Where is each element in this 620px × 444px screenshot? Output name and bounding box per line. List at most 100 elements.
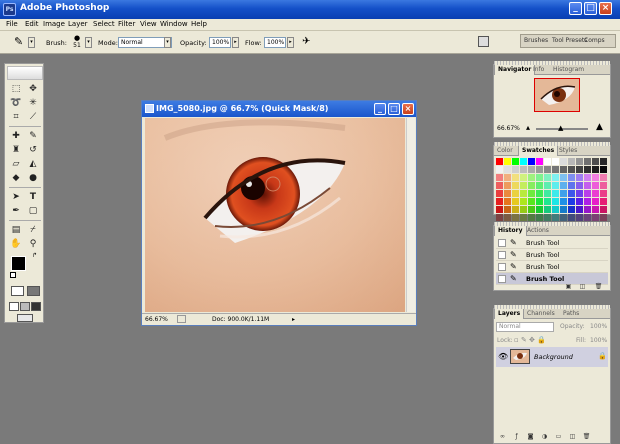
blend-mode-select[interactable]: Normal xyxy=(496,322,554,332)
tab-styles[interactable]: Styles xyxy=(556,146,580,156)
swatch[interactable] xyxy=(552,214,559,221)
swatch[interactable] xyxy=(528,182,535,189)
quick-mask-mode-icon[interactable] xyxy=(27,286,40,296)
history-item[interactable]: ✎ Brush Tool xyxy=(496,237,608,249)
swatch[interactable] xyxy=(536,190,543,197)
swatch[interactable] xyxy=(520,190,527,197)
swatch[interactable] xyxy=(528,166,535,173)
eye-icon[interactable]: 👁 xyxy=(498,352,508,361)
swatch[interactable] xyxy=(568,174,575,181)
zoom-tool-icon[interactable]: ⚲ xyxy=(26,237,40,251)
layer-opacity-value[interactable]: 100% xyxy=(590,323,607,330)
zoom-out-icon[interactable]: ▴ xyxy=(526,123,530,132)
screen-mode-standard-icon[interactable] xyxy=(9,302,19,311)
swatch[interactable] xyxy=(552,158,559,165)
brush-tool-icon[interactable]: ✎ xyxy=(14,35,23,48)
foreground-color[interactable] xyxy=(11,256,26,271)
swatch[interactable] xyxy=(584,158,591,165)
tab-info[interactable]: Info xyxy=(530,65,547,75)
menu-image[interactable]: Image xyxy=(43,20,65,28)
swatch[interactable] xyxy=(504,206,511,213)
new-document-icon[interactable]: ▣ xyxy=(564,283,573,291)
swatch[interactable] xyxy=(536,206,543,213)
zoom-in-icon[interactable]: ▲ xyxy=(596,122,603,132)
feather-logo-icon[interactable] xyxy=(7,66,43,80)
layer-row-background[interactable]: 👁 Background 🔒 xyxy=(496,347,608,367)
swatch[interactable] xyxy=(536,182,543,189)
swatch[interactable] xyxy=(544,214,551,221)
swatch[interactable] xyxy=(544,174,551,181)
swatch[interactable] xyxy=(496,166,503,173)
tab-color[interactable]: Color xyxy=(494,146,516,156)
swatch[interactable] xyxy=(592,182,599,189)
swatch[interactable] xyxy=(512,182,519,189)
tab-paths[interactable]: Paths xyxy=(560,309,582,319)
swatch[interactable] xyxy=(512,206,519,213)
adjustment-layer-icon[interactable]: ◑ xyxy=(540,433,549,441)
pen-tool-icon[interactable]: ✒ xyxy=(9,204,23,218)
brush-icon[interactable]: ✎ xyxy=(26,129,40,143)
swatch[interactable] xyxy=(568,190,575,197)
hand-tool-icon[interactable]: ✋ xyxy=(9,237,23,251)
swatch[interactable] xyxy=(544,182,551,189)
swatch[interactable] xyxy=(568,198,575,205)
swatch[interactable] xyxy=(600,198,607,205)
history-item[interactable]: ✎ Brush Tool xyxy=(496,261,608,273)
swatch[interactable] xyxy=(576,158,583,165)
standard-mode-icon[interactable] xyxy=(11,286,24,296)
swatch[interactable] xyxy=(520,182,527,189)
swatch[interactable] xyxy=(512,214,519,221)
swatch[interactable] xyxy=(576,182,583,189)
swatch[interactable] xyxy=(552,182,559,189)
swatch[interactable] xyxy=(600,182,607,189)
swatch[interactable] xyxy=(520,158,527,165)
flow-slider-arrow[interactable]: ▸ xyxy=(287,37,294,48)
swatch[interactable] xyxy=(560,174,567,181)
slice-tool-icon[interactable]: ⟋ xyxy=(26,110,40,124)
jump-to-imageready-icon[interactable] xyxy=(17,314,33,322)
swatch[interactable] xyxy=(520,174,527,181)
tab-channels[interactable]: Channels xyxy=(524,309,558,319)
swatch[interactable] xyxy=(496,174,503,181)
new-group-icon[interactable]: ▭ xyxy=(554,433,563,441)
new-snapshot-icon[interactable]: ◫ xyxy=(578,283,587,291)
shape-tool-icon[interactable]: ▢ xyxy=(26,204,40,218)
swatch[interactable] xyxy=(536,158,543,165)
swatch[interactable] xyxy=(576,174,583,181)
brush-preview[interactable]: ● 51 xyxy=(70,34,84,51)
swatch[interactable] xyxy=(536,214,543,221)
swatch[interactable] xyxy=(576,190,583,197)
history-brush-icon[interactable]: ↺ xyxy=(26,143,40,157)
file-browser-icon[interactable] xyxy=(478,36,489,47)
swatch[interactable] xyxy=(584,174,591,181)
flow-input[interactable]: 100% xyxy=(264,37,286,48)
swatch[interactable] xyxy=(592,190,599,197)
menu-file[interactable]: File xyxy=(6,20,18,28)
swatch[interactable] xyxy=(504,182,511,189)
doc-minimize-button[interactable]: _ xyxy=(374,103,386,115)
document-title-bar[interactable]: IMG_5080.jpg @ 66.7% (Quick Mask/8) _ □ … xyxy=(142,101,416,117)
status-arrow-icon[interactable]: ▸ xyxy=(292,316,295,323)
history-source-box[interactable] xyxy=(498,275,506,283)
swatch[interactable] xyxy=(584,182,591,189)
swatch[interactable] xyxy=(568,214,575,221)
swatch[interactable] xyxy=(552,190,559,197)
doc-zoom-level[interactable]: 66.67% xyxy=(145,316,168,323)
tab-swatches[interactable]: Swatches xyxy=(518,146,559,156)
trash-icon[interactable]: 🗑 xyxy=(582,433,591,441)
swatch[interactable] xyxy=(520,214,527,221)
swatch[interactable] xyxy=(504,214,511,221)
swatch[interactable] xyxy=(592,198,599,205)
swatch[interactable] xyxy=(528,158,535,165)
swatch[interactable] xyxy=(520,206,527,213)
swatch[interactable] xyxy=(552,166,559,173)
move-tool-icon[interactable]: ✥ xyxy=(26,82,40,96)
history-source-box[interactable] xyxy=(498,239,506,247)
history-source-box[interactable] xyxy=(498,263,506,271)
tab-history[interactable]: History xyxy=(494,226,527,236)
image-canvas[interactable] xyxy=(145,118,405,312)
swatch[interactable] xyxy=(504,190,511,197)
minimize-button[interactable]: _ xyxy=(569,2,582,15)
eyedropper-icon[interactable]: ⌿ xyxy=(26,223,40,237)
trash-icon[interactable]: 🗑 xyxy=(594,283,603,291)
